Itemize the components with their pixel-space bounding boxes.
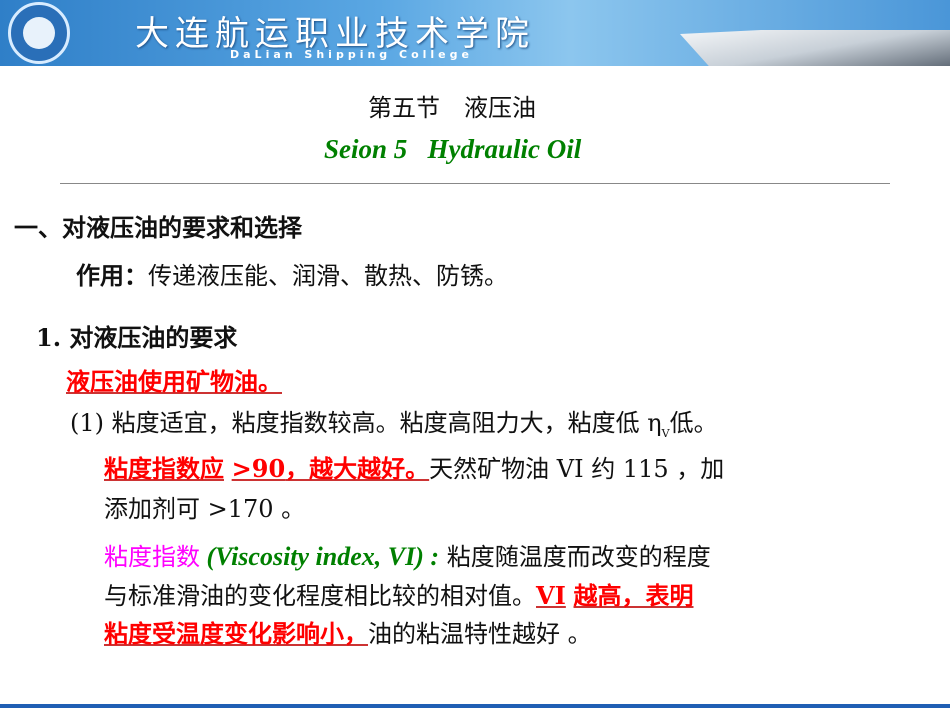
subsection-title: 1. 对液压油的要求 [36, 323, 238, 352]
def-text-2: 与标准滑油的变化程度相比较的相对值。 [104, 582, 536, 610]
item-1-end: 低。 [669, 409, 718, 437]
def-red-1: VI [536, 581, 566, 610]
divider [60, 183, 890, 184]
def-text-3: 油的粘温特性越好 。 [368, 620, 592, 648]
def-term: 粘度指数 [104, 543, 200, 571]
vi-text-1: 天然矿物油 VI 约 115 ，加 [429, 455, 725, 483]
vi-red-2: >90 [231, 454, 286, 483]
role-line: 作用：传递液压能、润滑、散热、防锈。 [76, 256, 508, 291]
role-text: 传递液压能、润滑、散热、防锈。 [148, 262, 508, 290]
vi-red-3: ，越大越好。 [285, 454, 430, 483]
eta-subscript: V [661, 426, 670, 440]
def-en: (Viscosity index, VI) : [200, 542, 440, 571]
eta-symbol: η [647, 409, 662, 437]
ship-image [680, 30, 950, 66]
item-1-text: (1) 粘度适宜，粘度指数较高。粘度高阻力大，粘度低 [70, 409, 648, 437]
def-text-1: 粘度随温度而改变的程度 [439, 543, 711, 571]
heading-en: Seion 5 Hydraulic Oil [324, 134, 582, 164]
vi-line-2: 添加剂可 >170 。 [104, 495, 306, 523]
section-title: 一、对液压油的要求和选择 [14, 213, 302, 242]
def-red-2: 越高，表明 [573, 581, 694, 610]
banner-subtitle: DaLian Shipping College [230, 48, 473, 61]
bottom-rule [0, 704, 950, 708]
role-label: 作用： [76, 261, 148, 290]
def-line-1: 粘度指数 (Viscosity index, VI) : 粘度随温度而改变的程度 [104, 537, 711, 572]
vi-line-1: 粘度指数应 >90，越大越好。天然矿物油 VI 约 115 ，加 [104, 449, 724, 484]
mineral-oil-note: 液压油使用矿物油。 [66, 367, 282, 396]
vi-red-1: 粘度指数应 [104, 454, 224, 483]
header-banner: 大连航运职业技术学院 DaLian Shipping College [0, 0, 950, 66]
def-line-2: 与标准滑油的变化程度相比较的相对值。VI 越高，表明 [104, 576, 694, 611]
item-1: (1) 粘度适宜，粘度指数较高。粘度高阻力大，粘度低 ηV低。 [70, 403, 718, 440]
college-logo [8, 2, 70, 64]
heading-cn: 第五节 液压油 [368, 94, 536, 122]
def-red-3: 粘度受温度变化影响小， [104, 619, 368, 648]
def-line-3: 粘度受温度变化影响小，油的粘温特性越好 。 [104, 614, 592, 649]
